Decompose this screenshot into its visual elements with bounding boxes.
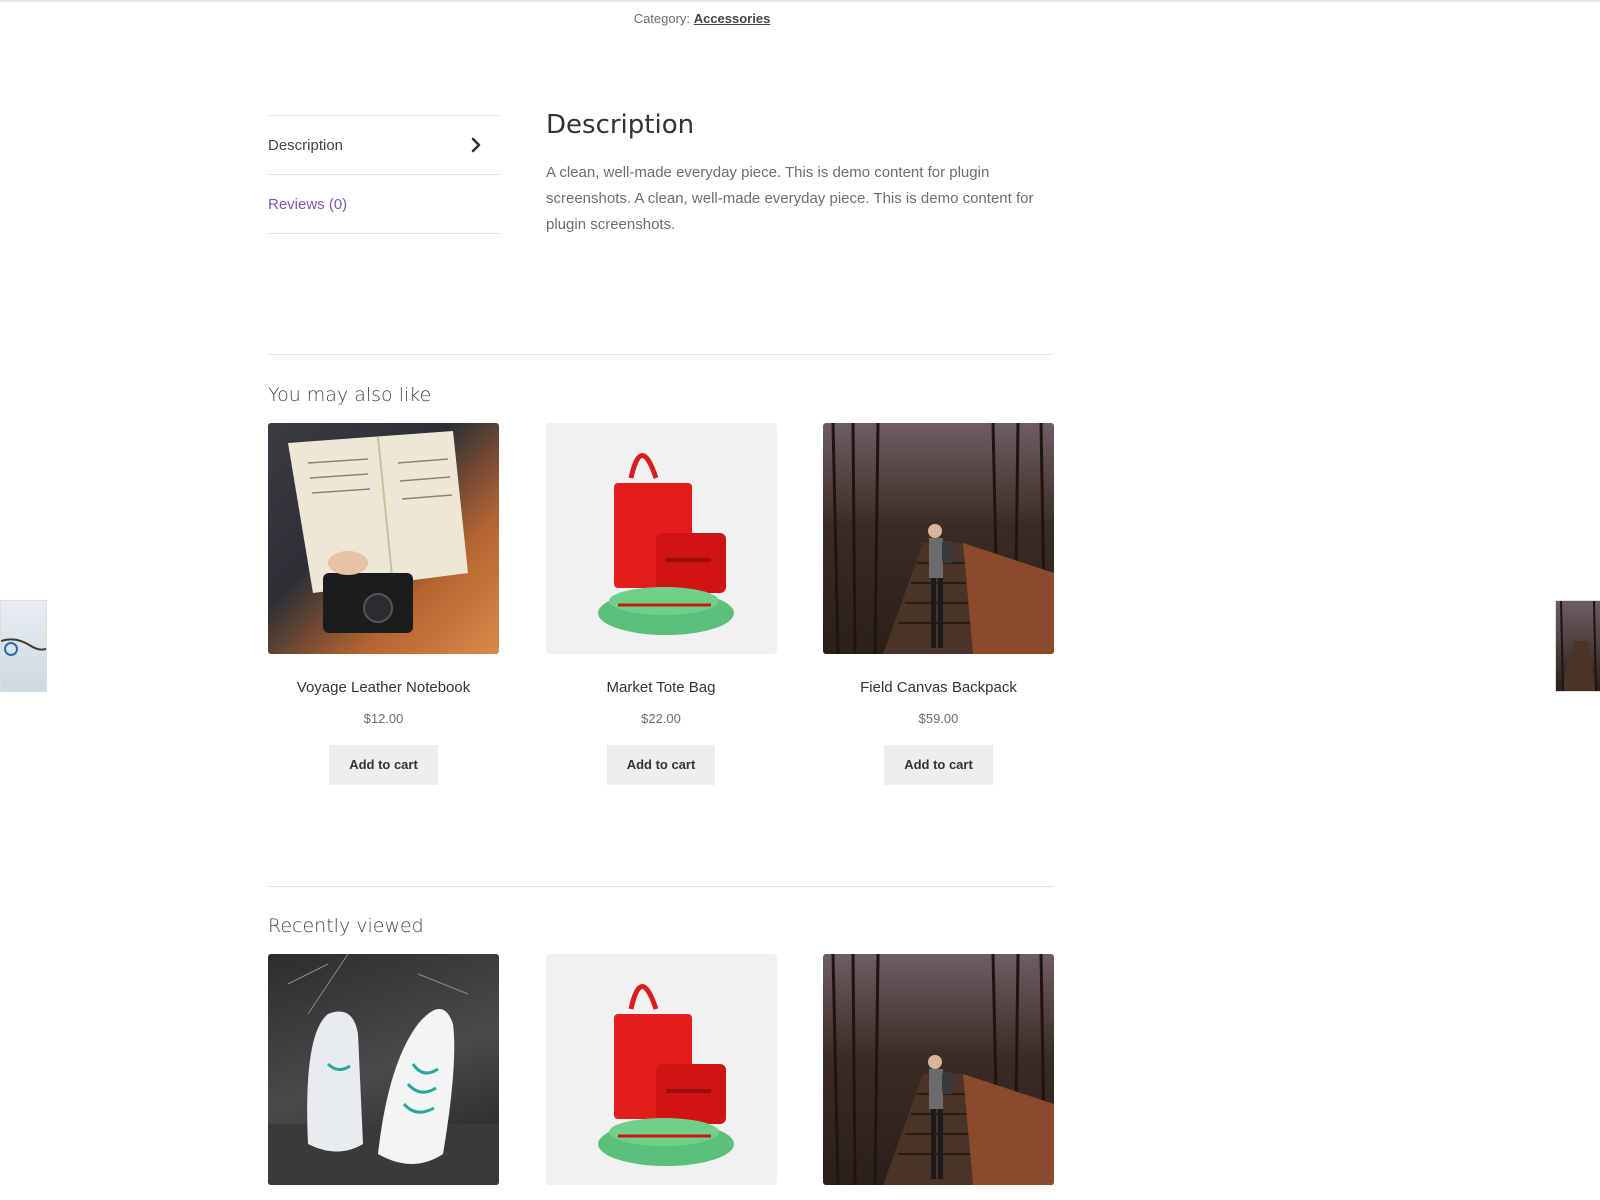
description-panel: Description A clean, well-made everyday … (546, 110, 1056, 238)
glasses-icon (1, 638, 46, 656)
product-card (545, 954, 777, 1185)
product-meta: Category: Accessories (0, 11, 1404, 26)
product-image-backpack[interactable] (823, 423, 1054, 654)
product-name[interactable]: Market Tote Bag (546, 679, 777, 696)
top-divider (0, 0, 1600, 2)
add-to-cart-button[interactable]: Add to cart (606, 745, 716, 785)
product-card (823, 954, 1054, 1185)
product-image-tote[interactable] (545, 423, 777, 654)
tote-illustration (597, 984, 734, 1166)
product-card: Field Canvas Backpack $59.00 Add to cart (823, 423, 1054, 785)
related-title: You may also like (268, 384, 432, 406)
product-image-tote[interactable] (545, 954, 777, 1185)
product-name[interactable]: Voyage Leather Notebook (268, 679, 499, 696)
forest-illustration (831, 423, 1054, 654)
add-to-cart-button[interactable]: Add to cart (329, 745, 438, 785)
section-divider (268, 354, 1054, 355)
related-products: Voyage Leather Notebook $12.00 Add to ca… (268, 423, 1054, 785)
add-to-cart-button[interactable]: Add to cart (884, 745, 993, 785)
forest-thumb-icon (1560, 601, 1597, 691)
category-link[interactable]: Accessories (694, 11, 771, 26)
product-price: $12.00 (363, 711, 404, 726)
product-image-backpack[interactable] (823, 954, 1054, 1185)
forest-illustration (831, 954, 1054, 1185)
chevron-right-icon (471, 137, 481, 153)
category-label: Category: (633, 11, 691, 26)
next-product-thumbnail[interactable] (1555, 600, 1600, 692)
product-card: Voyage Leather Notebook $12.00 Add to ca… (268, 423, 499, 785)
product-tabs: Description Reviews (0) (268, 115, 500, 234)
product-name[interactable]: Field Canvas Backpack (823, 679, 1054, 696)
tote-illustration (597, 453, 734, 635)
product-card (268, 954, 499, 1185)
tab-description-label: Description (268, 136, 344, 154)
recent-products (268, 954, 1054, 1185)
notebook-illustration (288, 431, 468, 633)
sneakers-illustration (268, 954, 499, 1185)
product-price: $22.00 (641, 711, 681, 726)
product-price: $59.00 (918, 711, 959, 726)
recent-title: Recently viewed (268, 915, 424, 937)
product-image-sneakers[interactable] (268, 954, 499, 1185)
product-card: Market Tote Bag $22.00 Add to cart (545, 423, 777, 785)
description-title: Description (546, 110, 695, 140)
tab-description[interactable]: Description (268, 115, 500, 174)
tab-reviews[interactable]: Reviews (0) (268, 174, 500, 234)
description-text: A clean, well-made everyday piece. This … (546, 164, 1034, 233)
product-image-notebook[interactable] (268, 423, 499, 654)
previous-product-thumbnail[interactable] (0, 600, 47, 692)
tab-reviews-label: Reviews (0) (268, 195, 348, 213)
section-divider (268, 886, 1054, 887)
